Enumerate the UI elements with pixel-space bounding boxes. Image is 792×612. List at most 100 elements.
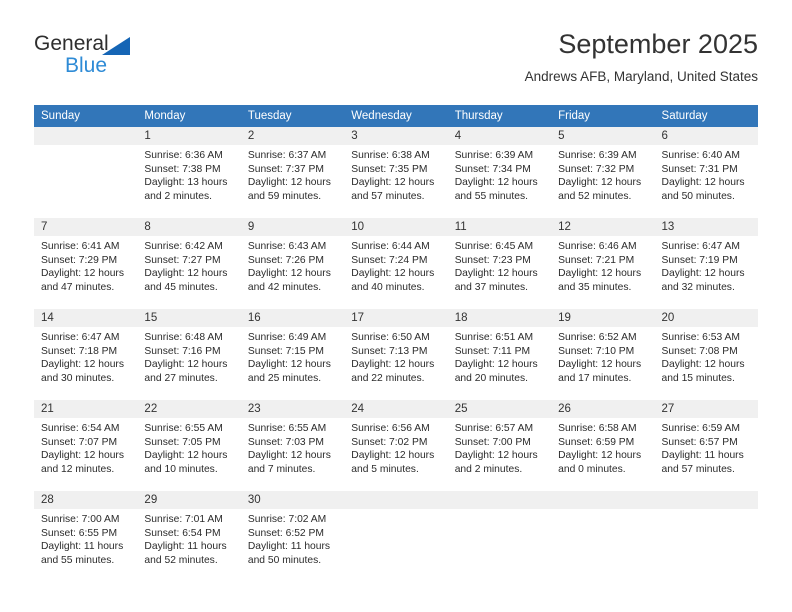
sunrise-time: Sunrise: 6:39 AM — [454, 150, 534, 161]
sunrise-time: Sunrise: 6:42 AM — [144, 241, 223, 252]
sunset-time: Sunset: 7:07 PM — [41, 436, 118, 448]
calendar-grid: Sunday Monday Tuesday Wednesday Thursday… — [34, 105, 758, 582]
calendar-cell[interactable] — [551, 490, 655, 582]
calendar-day[interactable]: 27 Sunrise: 6:59 AM Sunset: 6:57 PM Dayligh… — [654, 400, 758, 490]
daylight-duration-line2: and 5 minutes. — [351, 463, 419, 475]
daylight-duration-line1: Daylight: 12 hours — [351, 177, 435, 189]
calendar-day[interactable]: 2 Sunrise: 6:37 AM Sunset: 7:37 PM Daylight… — [240, 127, 345, 217]
calendar-cell[interactable] — [654, 490, 758, 582]
calendar-cell[interactable]: 12 Sunrise: 6:46 AM Sunset: 7:21 PM Dayligh… — [551, 217, 655, 309]
sunset-time: Sunset: 7:08 PM — [661, 345, 738, 357]
calendar-cell[interactable]: 10 Sunrise: 6:44 AM Sunset: 7:24 PM Dayligh… — [344, 217, 448, 309]
calendar-day[interactable]: 12 Sunrise: 6:46 AM Sunset: 7:21 PM Dayligh… — [551, 218, 655, 308]
sunset-time: Sunset: 7:19 PM — [661, 254, 738, 266]
daylight-duration-line1: Daylight: 12 hours — [247, 268, 331, 280]
daylight-duration-line2: and 40 minutes. — [351, 281, 425, 293]
day-details: Sunrise: 6:56 AM Sunset: 7:02 PM Daylight:… — [344, 418, 447, 476]
daylight-duration-line1: Daylight: 12 hours — [454, 450, 538, 462]
calendar-day[interactable]: 10 Sunrise: 6:44 AM Sunset: 7:24 PM Dayligh… — [344, 218, 448, 308]
calendar-day[interactable]: 13 Sunrise: 6:47 AM Sunset: 7:19 PM Dayligh… — [654, 218, 758, 308]
calendar-cell[interactable]: 19 Sunrise: 6:52 AM Sunset: 7:10 PM Dayligh… — [551, 308, 655, 400]
page-subtitle: Andrews AFB, Maryland, United States — [524, 69, 758, 84]
sunset-time: Sunset: 6:59 PM — [558, 436, 635, 448]
calendar-day[interactable]: 22 Sunrise: 6:55 AM Sunset: 7:05 PM Dayligh… — [137, 400, 241, 490]
calendar-cell[interactable]: 8 Sunrise: 6:42 AM Sunset: 7:27 PM Daylight… — [137, 217, 241, 309]
calendar-cell[interactable]: 9 Sunrise: 6:43 AM Sunset: 7:26 PM Daylight… — [240, 217, 345, 309]
calendar-cell[interactable]: 5 Sunrise: 6:39 AM Sunset: 7:32 PM Daylight… — [551, 127, 655, 218]
calendar-day[interactable]: 18 Sunrise: 6:51 AM Sunset: 7:11 PM Dayligh… — [447, 309, 552, 399]
day-number: 5 — [551, 127, 655, 145]
calendar-cell[interactable]: 29 Sunrise: 7:01 AM Sunset: 6:54 PM Dayligh… — [137, 490, 241, 582]
calendar-day[interactable]: 3 Sunrise: 6:38 AM Sunset: 7:35 PM Daylight… — [344, 127, 448, 217]
calendar-day[interactable]: 20 Sunrise: 6:53 AM Sunset: 7:08 PM Dayligh… — [654, 309, 758, 399]
daylight-duration-line1: Daylight: 12 hours — [454, 359, 538, 371]
general-blue-logo[interactable]: General Blue — [34, 32, 234, 88]
calendar-cell[interactable]: 30 Sunrise: 7:02 AM Sunset: 6:52 PM Dayligh… — [240, 490, 345, 582]
calendar-cell[interactable]: 3 Sunrise: 6:38 AM Sunset: 7:35 PM Daylight… — [344, 127, 448, 218]
calendar-cell[interactable]: 22 Sunrise: 6:55 AM Sunset: 7:05 PM Dayligh… — [137, 399, 241, 491]
calendar-cell[interactable]: 7 Sunrise: 6:41 AM Sunset: 7:29 PM Daylight… — [34, 217, 138, 309]
sunset-time: Sunset: 7:24 PM — [351, 254, 428, 266]
calendar-cell[interactable]: 1 Sunrise: 6:36 AM Sunset: 7:38 PM Daylight… — [137, 127, 241, 218]
calendar-cell[interactable]: 16 Sunrise: 6:49 AM Sunset: 7:15 PM Dayligh… — [240, 308, 345, 400]
calendar-day[interactable]: 9 Sunrise: 6:43 AM Sunset: 7:26 PM Daylight… — [240, 218, 345, 308]
calendar-day[interactable]: 14 Sunrise: 6:47 AM Sunset: 7:18 PM Dayligh… — [34, 309, 138, 399]
calendar-cell[interactable] — [447, 490, 552, 582]
sunrise-time: Sunrise: 6:47 AM — [661, 241, 740, 252]
day-details: Sunrise: 6:49 AM Sunset: 7:15 PM Daylight:… — [241, 327, 344, 385]
calendar-day[interactable]: 21 Sunrise: 6:54 AM Sunset: 7:07 PM Dayligh… — [34, 400, 138, 490]
daylight-duration-line1: Daylight: 12 hours — [247, 450, 331, 462]
calendar-day[interactable]: 29 Sunrise: 7:01 AM Sunset: 6:54 PM Dayligh… — [137, 491, 241, 581]
daylight-duration-line2: and 15 minutes. — [661, 372, 735, 384]
calendar-cell[interactable]: 20 Sunrise: 6:53 AM Sunset: 7:08 PM Dayligh… — [654, 308, 758, 400]
calendar-day[interactable]: 16 Sunrise: 6:49 AM Sunset: 7:15 PM Dayligh… — [240, 309, 345, 399]
day-number: 11 — [447, 218, 552, 236]
day-number: 4 — [447, 127, 552, 145]
calendar-cell[interactable]: 18 Sunrise: 6:51 AM Sunset: 7:11 PM Dayligh… — [447, 308, 552, 400]
calendar-day[interactable]: 25 Sunrise: 6:57 AM Sunset: 7:00 PM Dayligh… — [447, 400, 552, 490]
daylight-duration-line2: and 32 minutes. — [661, 281, 735, 293]
calendar-day[interactable]: 1 Sunrise: 6:36 AM Sunset: 7:38 PM Daylight… — [137, 127, 241, 217]
calendar-day[interactable]: 11 Sunrise: 6:45 AM Sunset: 7:23 PM Dayligh… — [447, 218, 552, 308]
day-details: Sunrise: 6:43 AM Sunset: 7:26 PM Daylight:… — [241, 236, 344, 294]
calendar-day[interactable]: 8 Sunrise: 6:42 AM Sunset: 7:27 PM Daylight… — [137, 218, 241, 308]
calendar-cell[interactable]: 21 Sunrise: 6:54 AM Sunset: 7:07 PM Dayligh… — [34, 399, 138, 491]
calendar-day[interactable]: 23 Sunrise: 6:55 AM Sunset: 7:03 PM Dayligh… — [240, 400, 345, 490]
calendar-cell[interactable]: 6 Sunrise: 6:40 AM Sunset: 7:31 PM Daylight… — [654, 127, 758, 218]
logo-text-blue: Blue — [65, 54, 108, 77]
calendar-day[interactable]: 24 Sunrise: 6:56 AM Sunset: 7:02 PM Dayligh… — [344, 400, 448, 490]
daylight-duration-line2: and 27 minutes. — [144, 372, 218, 384]
calendar-day[interactable]: 5 Sunrise: 6:39 AM Sunset: 7:32 PM Daylight… — [551, 127, 655, 217]
calendar-cell[interactable] — [34, 127, 138, 218]
day-details: Sunrise: 6:55 AM Sunset: 7:05 PM Daylight:… — [137, 418, 240, 476]
calendar-day[interactable]: 4 Sunrise: 6:39 AM Sunset: 7:34 PM Daylight… — [447, 127, 552, 217]
calendar-day[interactable]: 15 Sunrise: 6:48 AM Sunset: 7:16 PM Dayligh… — [137, 309, 241, 399]
calendar-day[interactable]: 17 Sunrise: 6:50 AM Sunset: 7:13 PM Dayligh… — [344, 309, 448, 399]
day-details: Sunrise: 7:00 AM Sunset: 6:55 PM Daylight:… — [34, 509, 137, 567]
calendar-day[interactable]: 28 Sunrise: 7:00 AM Sunset: 6:55 PM Dayligh… — [34, 491, 138, 581]
calendar-cell[interactable]: 15 Sunrise: 6:48 AM Sunset: 7:16 PM Dayligh… — [137, 308, 241, 400]
day-number: 13 — [654, 218, 758, 236]
day-number: 14 — [34, 309, 138, 327]
calendar-day[interactable]: 7 Sunrise: 6:41 AM Sunset: 7:29 PM Daylight… — [34, 218, 138, 308]
calendar-cell[interactable]: 23 Sunrise: 6:55 AM Sunset: 7:03 PM Dayligh… — [240, 399, 345, 491]
calendar-cell[interactable]: 25 Sunrise: 6:57 AM Sunset: 7:00 PM Dayligh… — [447, 399, 552, 491]
calendar-cell[interactable]: 28 Sunrise: 7:00 AM Sunset: 6:55 PM Dayligh… — [34, 490, 138, 582]
calendar-cell[interactable]: 17 Sunrise: 6:50 AM Sunset: 7:13 PM Dayligh… — [344, 308, 448, 400]
daylight-duration-line1: Daylight: 12 hours — [41, 268, 124, 280]
calendar-day[interactable]: 26 Sunrise: 6:58 AM Sunset: 6:59 PM Dayligh… — [551, 400, 655, 490]
calendar-cell[interactable]: 4 Sunrise: 6:39 AM Sunset: 7:34 PM Daylight… — [447, 127, 552, 218]
calendar-day[interactable]: 30 Sunrise: 7:02 AM Sunset: 6:52 PM Dayligh… — [240, 491, 345, 581]
calendar-day[interactable]: 19 Sunrise: 6:52 AM Sunset: 7:10 PM Dayligh… — [551, 309, 655, 399]
calendar-cell[interactable]: 24 Sunrise: 6:56 AM Sunset: 7:02 PM Dayligh… — [344, 399, 448, 491]
calendar-cell[interactable]: 14 Sunrise: 6:47 AM Sunset: 7:18 PM Dayligh… — [34, 308, 138, 400]
calendar-cell[interactable]: 11 Sunrise: 6:45 AM Sunset: 7:23 PM Dayligh… — [447, 217, 552, 309]
daylight-duration-line2: and 52 minutes. — [144, 554, 218, 566]
calendar-cell[interactable]: 27 Sunrise: 6:59 AM Sunset: 6:57 PM Dayligh… — [654, 399, 758, 491]
calendar-cell[interactable] — [344, 490, 448, 582]
calendar-day[interactable]: 6 Sunrise: 6:40 AM Sunset: 7:31 PM Daylight… — [654, 127, 758, 217]
calendar-cell[interactable]: 26 Sunrise: 6:58 AM Sunset: 6:59 PM Dayligh… — [551, 399, 655, 491]
calendar-cell[interactable]: 2 Sunrise: 6:37 AM Sunset: 7:37 PM Daylight… — [240, 127, 345, 218]
calendar-cell[interactable]: 13 Sunrise: 6:47 AM Sunset: 7:19 PM Dayligh… — [654, 217, 758, 309]
calendar-header-row: Sunday Monday Tuesday Wednesday Thursday… — [34, 105, 758, 127]
